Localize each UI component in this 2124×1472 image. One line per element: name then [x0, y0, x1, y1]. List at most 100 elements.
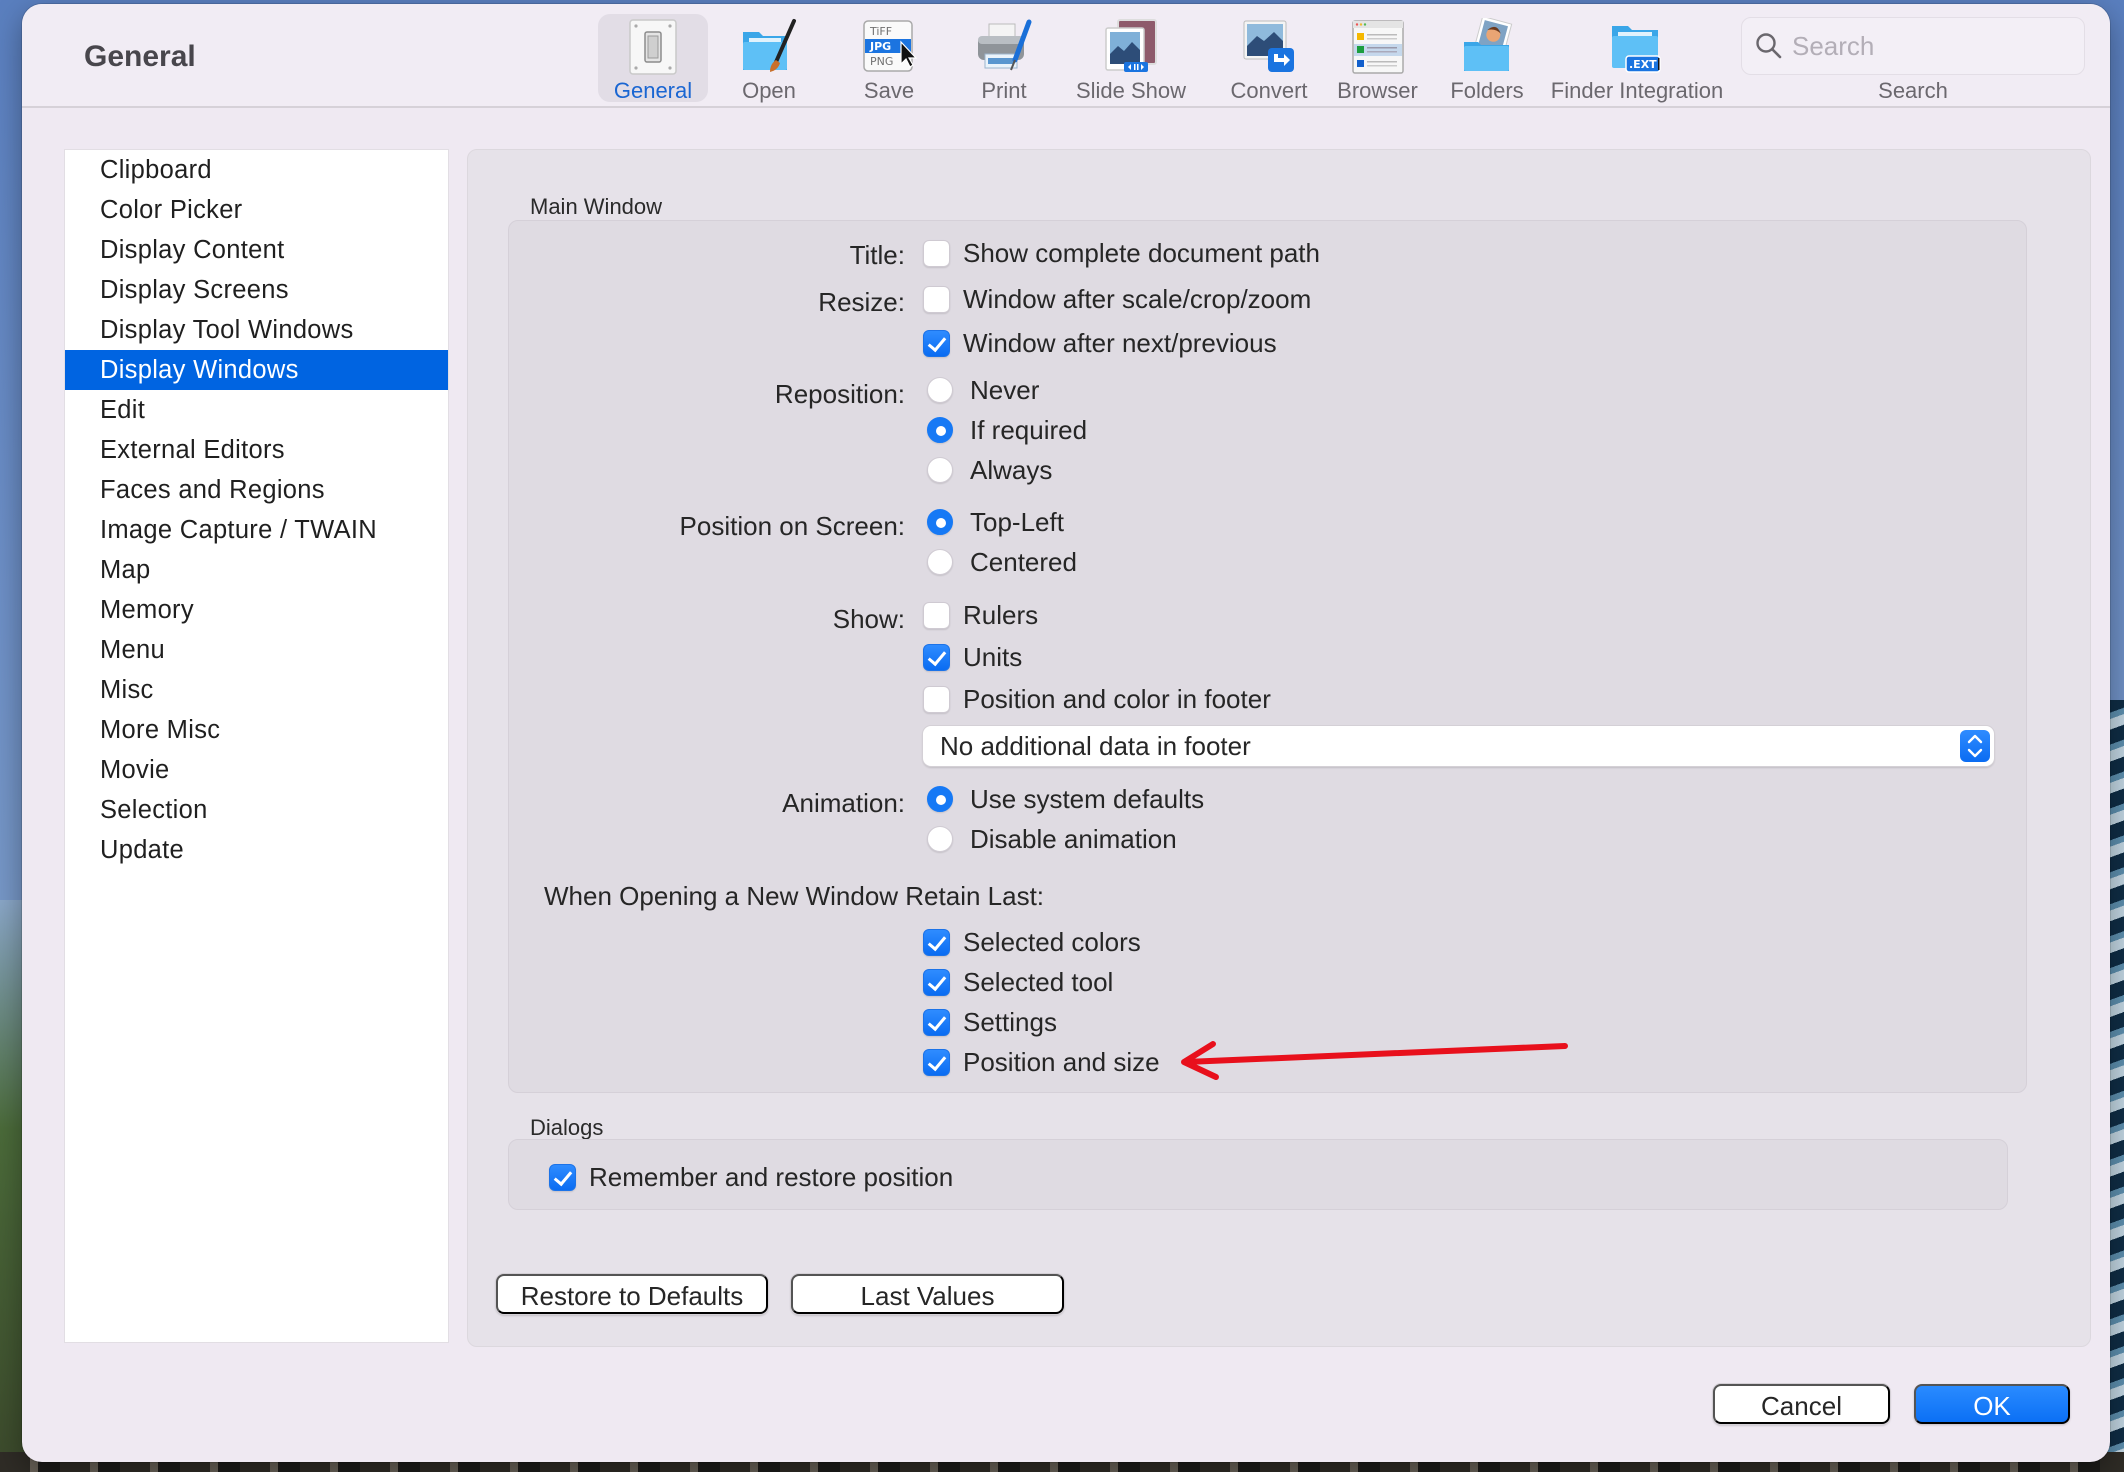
sidebar-item-misc[interactable]: Misc [65, 670, 448, 710]
show-units-option[interactable]: Units [923, 642, 1022, 672]
sidebar-item-display-tool-windows[interactable]: Display Tool Windows [65, 310, 448, 350]
resize-label: Resize: [818, 287, 905, 317]
title-label: Title: [849, 240, 905, 270]
toolbar-item-open[interactable]: Open [724, 14, 814, 103]
option-label: Selected tool [963, 966, 1114, 997]
preferences-window: General General Open TiFF JPG PNG Save P… [22, 4, 2110, 1462]
resize-after-scale-option[interactable]: Window after scale/crop/zoom [923, 284, 1311, 314]
sidebar-item-more-misc[interactable]: More Misc [65, 710, 448, 750]
toolbar-item-print[interactable]: Print [959, 14, 1049, 103]
dialogs-group-title: Dialogs [530, 1115, 604, 1140]
option-label: Rulers [963, 599, 1039, 630]
sidebar-item-image-capture-twain[interactable]: Image Capture / TWAIN [65, 510, 448, 550]
show-position-color-footer-checkbox[interactable] [923, 685, 950, 713]
sidebar-item-color-picker[interactable]: Color Picker [65, 190, 448, 230]
footer-data-select-value: No additional data in footer [940, 731, 1251, 761]
reposition-always-radio[interactable] [927, 457, 953, 483]
reposition-if-required-radio[interactable] [927, 417, 953, 443]
position-top-left-radio[interactable] [927, 509, 953, 535]
sidebar-item-display-content[interactable]: Display Content [65, 230, 448, 270]
toolbar-label: Finder Integration [1550, 78, 1724, 103]
remember-restore-position-checkbox[interactable] [549, 1163, 576, 1191]
retain-selected-tool-checkbox[interactable] [923, 968, 950, 996]
retain-settings-checkbox[interactable] [923, 1008, 950, 1036]
retain-settings-option[interactable]: Settings [923, 1007, 1057, 1037]
toolbar-item-general[interactable]: General [598, 14, 708, 103]
show-rulers-option[interactable]: Rulers [923, 600, 1038, 630]
animation-system-defaults-radio[interactable] [927, 786, 953, 812]
reposition-always-option[interactable]: Always [927, 455, 1052, 485]
sidebar-item-map[interactable]: Map [65, 550, 448, 590]
toolbar-label: Print [981, 78, 1027, 103]
retain-position-size-checkbox[interactable] [923, 1048, 950, 1076]
remember-restore-position-option[interactable]: Remember and restore position [549, 1162, 953, 1192]
reposition-never-radio[interactable] [927, 377, 953, 403]
resize-after-next-checkbox[interactable] [923, 329, 950, 357]
resize-after-scale-checkbox[interactable] [923, 285, 950, 313]
show-document-path-option[interactable]: Show complete document path [923, 238, 1320, 268]
sidebar-item-display-screens[interactable]: Display Screens [65, 270, 448, 310]
animation-system-defaults-option[interactable]: Use system defaults [927, 784, 1204, 814]
toolbar-item-save[interactable]: TiFF JPG PNG Save [844, 14, 934, 103]
show-rulers-checkbox[interactable] [923, 601, 950, 629]
sidebar-item-movie[interactable]: Movie [65, 750, 448, 790]
reposition-if-required-option[interactable]: If required [927, 415, 1087, 445]
sidebar-item-update[interactable]: Update [65, 830, 448, 870]
animation-disable-option[interactable]: Disable animation [927, 824, 1177, 854]
search-input[interactable] [1792, 30, 2072, 62]
main-window-group-title: Main Window [530, 194, 663, 219]
option-label: Selected colors [963, 926, 1141, 957]
show-position-color-footer-option[interactable]: Position and color in footer [923, 684, 1271, 714]
position-centered-option[interactable]: Centered [927, 547, 1077, 577]
folder-brush-icon [740, 18, 798, 76]
window-title: General [84, 40, 196, 73]
toolbar-label: Save [863, 78, 915, 103]
last-values-button[interactable]: Last Values [791, 1274, 1064, 1314]
position-top-left-option[interactable]: Top-Left [927, 507, 1064, 537]
show-units-checkbox[interactable] [923, 643, 950, 671]
file-formats-icon: TiFF JPG PNG [860, 18, 918, 76]
search-toolbar-item: Search [1741, 17, 2085, 104]
resize-after-next-option[interactable]: Window after next/previous [923, 328, 1277, 358]
sidebar-item-external-editors[interactable]: External Editors [65, 430, 448, 470]
footer-data-select[interactable]: No additional data in footer [923, 726, 1994, 766]
sidebar-item-clipboard[interactable]: Clipboard [65, 150, 448, 190]
toolbar-item-browser[interactable]: Browser [1325, 14, 1430, 103]
toolbar-item-folders[interactable]: Folders [1437, 14, 1537, 103]
option-label: Always [970, 454, 1053, 485]
ok-button[interactable]: OK [1914, 1384, 2070, 1424]
sidebar-item-menu[interactable]: Menu [65, 630, 448, 670]
search-icon [1754, 31, 1784, 61]
sidebar-item-edit[interactable]: Edit [65, 390, 448, 430]
option-label: Remember and restore position [589, 1161, 954, 1192]
toolbar-item-slideshow[interactable]: Slide Show [1066, 14, 1196, 103]
sidebar-item-display-windows[interactable]: Display Windows [65, 350, 448, 390]
retain-position-size-option[interactable]: Position and size [923, 1047, 1160, 1077]
finder-icon-ext-text: .EXT [1629, 58, 1657, 71]
light-switch-icon [624, 18, 682, 76]
toolbar-item-finder-integration[interactable]: .EXT Finder Integration [1532, 14, 1742, 103]
save-icon-tiff: TiFF [869, 25, 892, 38]
option-label: Show complete document path [963, 237, 1320, 268]
toolbar-label: Folders [1450, 78, 1524, 103]
reposition-never-option[interactable]: Never [927, 375, 1039, 405]
restore-defaults-button[interactable]: Restore to Defaults [496, 1274, 768, 1314]
retain-selected-colors-checkbox[interactable] [923, 928, 950, 956]
show-label: Show: [832, 604, 905, 634]
cancel-button[interactable]: Cancel [1713, 1384, 1890, 1424]
search-field[interactable] [1741, 17, 2085, 75]
sidebar-item-memory[interactable]: Memory [65, 590, 448, 630]
option-label: Settings [963, 1006, 1057, 1037]
search-caption: Search [1878, 78, 1948, 103]
toolbar-item-convert[interactable]: Convert [1214, 14, 1324, 103]
sidebar-item-selection[interactable]: Selection [65, 790, 448, 830]
show-document-path-checkbox[interactable] [923, 239, 950, 267]
retain-selected-tool-option[interactable]: Selected tool [923, 967, 1113, 997]
option-label: Position and color in footer [963, 683, 1271, 714]
sidebar-item-faces-and-regions[interactable]: Faces and Regions [65, 470, 448, 510]
option-label: Top-Left [970, 506, 1064, 537]
position-centered-radio[interactable] [927, 549, 953, 575]
retain-selected-colors-option[interactable]: Selected colors [923, 927, 1141, 957]
toolbar-label: Open [742, 78, 796, 103]
animation-disable-radio[interactable] [927, 826, 953, 852]
